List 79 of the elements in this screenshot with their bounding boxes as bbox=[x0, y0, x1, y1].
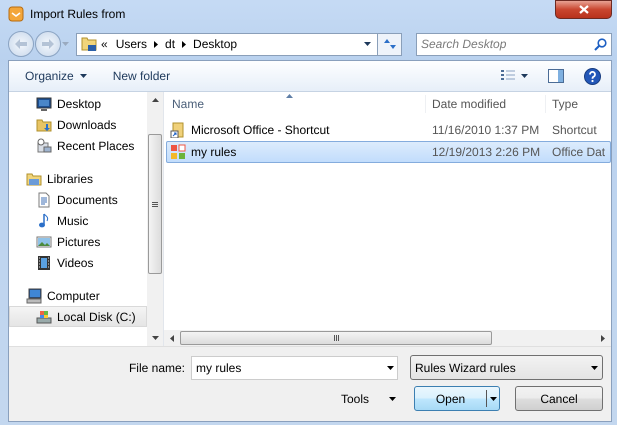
scroll-up-icon[interactable] bbox=[152, 98, 159, 102]
preview-pane-icon[interactable] bbox=[548, 69, 564, 83]
organize-menu[interactable]: Organize bbox=[19, 65, 93, 87]
view-caret-icon bbox=[521, 74, 528, 78]
refresh-icon bbox=[382, 38, 396, 50]
file-date: 12/19/2013 2:26 PM bbox=[432, 145, 540, 159]
nav-item[interactable]: Local Disk (C:) bbox=[9, 306, 148, 327]
horizontal-scrollbar[interactable] bbox=[164, 330, 611, 346]
open-button[interactable]: Open bbox=[414, 386, 500, 411]
new-folder-button[interactable]: New folder bbox=[106, 65, 176, 87]
search-icon bbox=[594, 38, 607, 50]
film-icon bbox=[36, 254, 52, 270]
refresh-button[interactable] bbox=[377, 34, 401, 54]
chevron-icon bbox=[154, 40, 158, 48]
disk-icon bbox=[36, 308, 52, 324]
forward-arrow-icon bbox=[42, 39, 54, 49]
file-name: my rules bbox=[191, 144, 236, 161]
file-type: Office Dat bbox=[552, 145, 606, 159]
office-file-icon bbox=[170, 144, 186, 160]
vertical-scrollbar[interactable] bbox=[147, 92, 163, 346]
sort-arrow-icon bbox=[286, 94, 293, 98]
caret-icon bbox=[389, 396, 396, 400]
breadcrumb[interactable]: Users bbox=[116, 35, 148, 53]
scroll-down-icon[interactable] bbox=[152, 336, 159, 340]
close-button[interactable] bbox=[555, 0, 612, 19]
close-icon bbox=[578, 5, 588, 14]
field-label: File name: bbox=[128, 360, 185, 376]
overflow-chevron[interactable]: « bbox=[101, 35, 108, 53]
file-type-select[interactable]: Rules Wizard rules bbox=[410, 355, 603, 380]
pictures-icon bbox=[36, 234, 52, 250]
view-list-icon[interactable] bbox=[501, 70, 515, 82]
chevron-icon bbox=[182, 40, 186, 48]
file-row[interactable]: Microsoft Office - Shortcut 11/16/2010 1:37 PM Shortcut bbox=[166, 119, 611, 141]
back-arrow-icon bbox=[15, 39, 27, 49]
file-name: Microsoft Office - Shortcut bbox=[191, 122, 330, 139]
history-caret-icon bbox=[62, 42, 69, 46]
grip-icon bbox=[334, 335, 338, 341]
grip-icon bbox=[152, 202, 158, 206]
folder-icon bbox=[81, 36, 97, 52]
tools-menu[interactable]: Tools bbox=[334, 388, 402, 410]
nav-item[interactable]: Documents bbox=[9, 189, 148, 210]
nav-item[interactable]: Libraries bbox=[9, 168, 148, 189]
nav-item[interactable]: Videos bbox=[9, 252, 148, 273]
file-type: Shortcut bbox=[552, 123, 597, 137]
folder-icon bbox=[36, 116, 52, 132]
scrollbar-thumb[interactable] bbox=[180, 331, 492, 345]
cancel-button[interactable]: Cancel bbox=[515, 386, 603, 411]
scroll-left-icon[interactable] bbox=[170, 334, 174, 342]
file-row[interactable]: my rules 12/19/2013 2:26 PM Office Dat bbox=[166, 141, 611, 163]
shortcut-icon bbox=[170, 122, 186, 138]
dropdown-caret-icon bbox=[591, 366, 598, 370]
breadcrumb[interactable]: Desktop bbox=[193, 35, 238, 53]
nav-item[interactable]: Computer bbox=[9, 285, 148, 306]
window-title: Import Rules from bbox=[30, 6, 126, 23]
computer-icon bbox=[26, 288, 42, 304]
dropdown-caret-icon bbox=[387, 366, 394, 370]
split-caret-icon bbox=[490, 396, 496, 400]
library-icon bbox=[26, 170, 42, 186]
nav-item[interactable]: Pictures bbox=[9, 231, 148, 252]
nav-item[interactable]: Downloads bbox=[9, 114, 148, 135]
help-icon[interactable] bbox=[584, 68, 601, 84]
file-name-field[interactable]: my rules bbox=[191, 356, 398, 380]
recent-icon bbox=[36, 138, 52, 154]
dropdown-caret-icon bbox=[364, 42, 371, 46]
scroll-right-icon[interactable] bbox=[601, 334, 605, 342]
nav-item[interactable]: Recent Places bbox=[9, 135, 148, 156]
nav-item[interactable]: Desktop bbox=[9, 93, 148, 114]
column-header[interactable]: Date modified bbox=[429, 97, 506, 111]
column-header[interactable]: Type bbox=[549, 97, 578, 111]
file-date: 11/16/2010 1:37 PM bbox=[432, 123, 540, 137]
search-field[interactable]: Search Desktop bbox=[416, 32, 612, 56]
nav-item[interactable]: Music bbox=[9, 210, 148, 231]
desktop-icon bbox=[36, 96, 52, 112]
column-header[interactable]: Name bbox=[167, 95, 204, 113]
document-icon bbox=[36, 192, 52, 208]
app-icon bbox=[8, 6, 24, 22]
breadcrumb[interactable]: dt bbox=[165, 35, 176, 53]
scrollbar-thumb[interactable] bbox=[148, 134, 162, 274]
caret-icon bbox=[80, 74, 87, 78]
